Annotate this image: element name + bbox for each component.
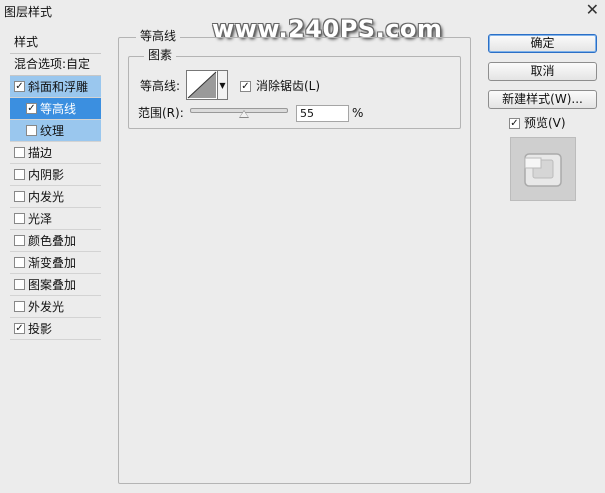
checkbox[interactable]: ✓: [14, 323, 25, 334]
style-item-color-overlay[interactable]: 颜色叠加: [10, 230, 101, 252]
antialias-checkbox[interactable]: ✓: [240, 81, 251, 92]
checkbox[interactable]: [14, 169, 25, 180]
checkbox[interactable]: [14, 213, 25, 224]
style-item-label: 投影: [28, 322, 53, 336]
contour-picker[interactable]: [186, 70, 218, 100]
preview-checkbox[interactable]: ✓: [509, 118, 520, 129]
style-item-label: 纹理: [40, 124, 65, 138]
style-list-header: 样式: [10, 32, 101, 54]
style-item-pattern-overlay[interactable]: 图案叠加: [10, 274, 101, 296]
ok-button[interactable]: 确定: [488, 34, 597, 53]
style-item-label: 渐变叠加: [28, 256, 77, 270]
style-item-outer-glow[interactable]: 外发光: [10, 296, 101, 318]
checkbox[interactable]: [26, 125, 37, 136]
contour-label: 等高线:: [140, 79, 181, 93]
chevron-down-icon[interactable]: ▼: [218, 70, 228, 100]
checkbox[interactable]: [14, 279, 25, 290]
antialias-label: 消除锯齿(L): [256, 79, 321, 93]
checkbox[interactable]: [14, 191, 25, 202]
range-label: 范围(R):: [138, 106, 184, 120]
style-item-label: 光泽: [28, 212, 53, 226]
contour-curve-icon: [187, 71, 217, 99]
checkbox[interactable]: [14, 301, 25, 312]
style-list: 样式 混合选项:自定 ✓ 斜面和浮雕 ✓ 等高线 纹理 描边 内阴影 内发光 光…: [10, 32, 101, 340]
style-item-gradient-overlay[interactable]: 渐变叠加: [10, 252, 101, 274]
checkbox[interactable]: [14, 147, 25, 158]
style-item-inner-shadow[interactable]: 内阴影: [10, 164, 101, 186]
style-item-drop-shadow[interactable]: ✓ 投影: [10, 318, 101, 340]
section-title: 等高线: [136, 29, 181, 43]
range-unit: %: [352, 106, 364, 120]
cancel-button[interactable]: 取消: [488, 62, 597, 81]
style-item-bevel-emboss[interactable]: ✓ 斜面和浮雕: [10, 76, 101, 98]
preview-thumbnail-icon: [524, 153, 562, 187]
style-item-label: 描边: [28, 146, 53, 160]
group-title: 图素: [144, 48, 177, 62]
range-input[interactable]: 55: [296, 105, 349, 122]
window-title: 图层样式: [4, 5, 53, 19]
style-item-label: 颜色叠加: [28, 234, 77, 248]
checkbox[interactable]: ✓: [14, 81, 25, 92]
blending-options-item[interactable]: 混合选项:自定: [10, 54, 101, 76]
style-item-contour[interactable]: ✓ 等高线: [10, 98, 101, 120]
style-preview: [510, 137, 576, 201]
style-item-stroke[interactable]: 描边: [10, 142, 101, 164]
style-item-label: 外发光: [28, 300, 65, 314]
style-item-inner-glow[interactable]: 内发光: [10, 186, 101, 208]
preview-label: 预览(V): [524, 116, 566, 130]
style-item-satin[interactable]: 光泽: [10, 208, 101, 230]
style-item-label: 内发光: [28, 190, 65, 204]
range-slider-thumb[interactable]: [238, 110, 249, 118]
style-item-label: 斜面和浮雕: [28, 80, 89, 94]
checkbox[interactable]: [14, 257, 25, 268]
style-item-label: 等高线: [40, 102, 77, 116]
style-item-label: 图案叠加: [28, 278, 77, 292]
close-icon[interactable]: ✕: [586, 1, 599, 19]
style-item-texture[interactable]: 纹理: [10, 120, 101, 142]
style-item-label: 内阴影: [28, 168, 65, 182]
checkbox[interactable]: ✓: [26, 103, 37, 114]
checkbox[interactable]: [14, 235, 25, 246]
new-style-button[interactable]: 新建样式(W)...: [488, 90, 597, 109]
